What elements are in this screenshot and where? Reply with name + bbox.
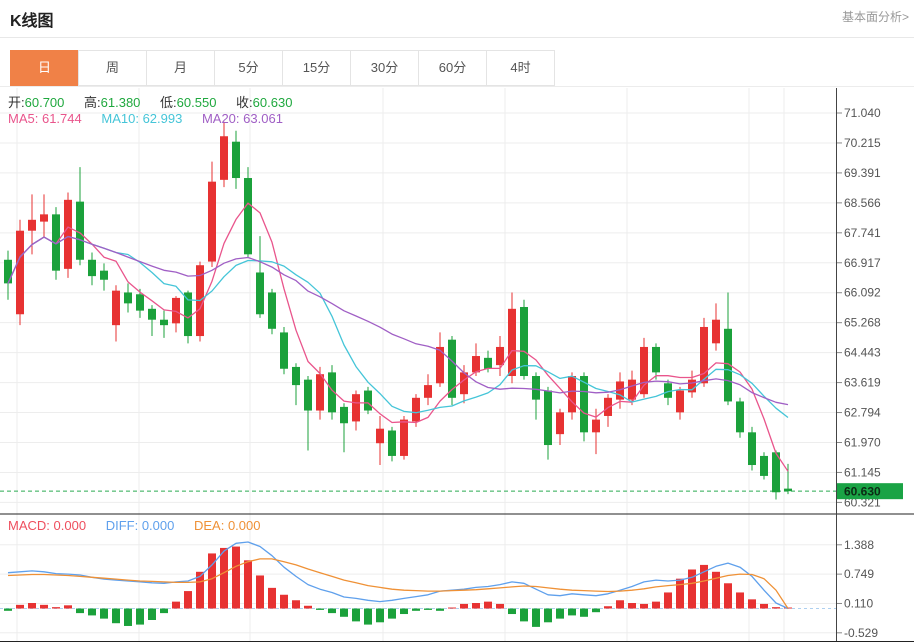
svg-text:62.794: 62.794: [844, 406, 881, 420]
current-price-badge: 60.630: [837, 483, 903, 499]
tabs-divider: [0, 86, 914, 87]
macd-value: MACD: 0.000: [8, 518, 86, 533]
diff-value: DIFF: 0.000: [106, 518, 175, 533]
ohlc-legend: 开:60.700 高:61.380 低:60.550 收:60.630: [8, 92, 308, 111]
tab-month[interactable]: 月: [146, 50, 215, 86]
svg-text:63.619: 63.619: [844, 376, 881, 390]
svg-text:-0.529: -0.529: [844, 626, 878, 640]
interval-tabs: 日 周 月 5分 15分 30分 60分 4时: [10, 50, 555, 86]
page-header: K线图 基本面分析>: [0, 0, 914, 38]
tab-4hour[interactable]: 4时: [486, 50, 555, 86]
svg-text:1.388: 1.388: [844, 538, 874, 552]
svg-text:66.092: 66.092: [844, 286, 881, 300]
tab-5min[interactable]: 5分: [214, 50, 283, 86]
svg-text:71.040: 71.040: [844, 106, 881, 120]
ma5-value: MA5: 61.744: [8, 111, 82, 126]
ohlc-low: 低:60.550: [160, 95, 216, 110]
ohlc-high: 高:61.380: [84, 95, 140, 110]
svg-text:65.268: 65.268: [844, 316, 881, 330]
macd-legend: MACD: 0.000 DIFF: 0.000 DEA: 0.000: [8, 518, 277, 533]
ohlc-open: 开:60.700: [8, 95, 64, 110]
page-title: K线图: [10, 7, 54, 31]
svg-text:60.630: 60.630: [844, 485, 881, 499]
ma5-line: [8, 203, 788, 471]
macd-histogram: [4, 547, 792, 627]
svg-text:64.443: 64.443: [844, 346, 881, 360]
ma20-value: MA20: 63.061: [202, 111, 283, 126]
grid-lines: [0, 88, 836, 641]
ma10-value: MA10: 62.993: [101, 111, 182, 126]
svg-text:61.145: 61.145: [844, 465, 881, 479]
svg-text:69.391: 69.391: [844, 166, 881, 180]
ma-legend: MA5: 61.744 MA10: 62.993 MA20: 63.061: [8, 111, 299, 126]
svg-text:0.749: 0.749: [844, 567, 874, 581]
svg-text:67.741: 67.741: [844, 226, 881, 240]
ma20-line: [8, 237, 788, 405]
price-y-axis: 71.040 70.215 69.391 68.566 67.741 66.917 66.0…: [837, 106, 881, 509]
tab-week[interactable]: 周: [78, 50, 147, 86]
svg-text:61.970: 61.970: [844, 435, 881, 449]
svg-text:70.215: 70.215: [844, 136, 881, 150]
tab-day[interactable]: 日: [10, 50, 79, 86]
fundamental-analysis-link[interactable]: 基本面分析>: [842, 8, 909, 25]
svg-text:0.110: 0.110: [844, 596, 873, 610]
dea-value: DEA: 0.000: [194, 518, 261, 533]
tab-60min[interactable]: 60分: [418, 50, 487, 86]
tab-30min[interactable]: 30分: [350, 50, 419, 86]
macd-y-axis: 1.388 0.749 0.110 -0.529: [837, 538, 878, 640]
svg-text:66.917: 66.917: [844, 256, 881, 270]
ohlc-close: 收:60.630: [236, 95, 292, 110]
tab-15min[interactable]: 15分: [282, 50, 351, 86]
svg-text:68.566: 68.566: [844, 196, 881, 210]
